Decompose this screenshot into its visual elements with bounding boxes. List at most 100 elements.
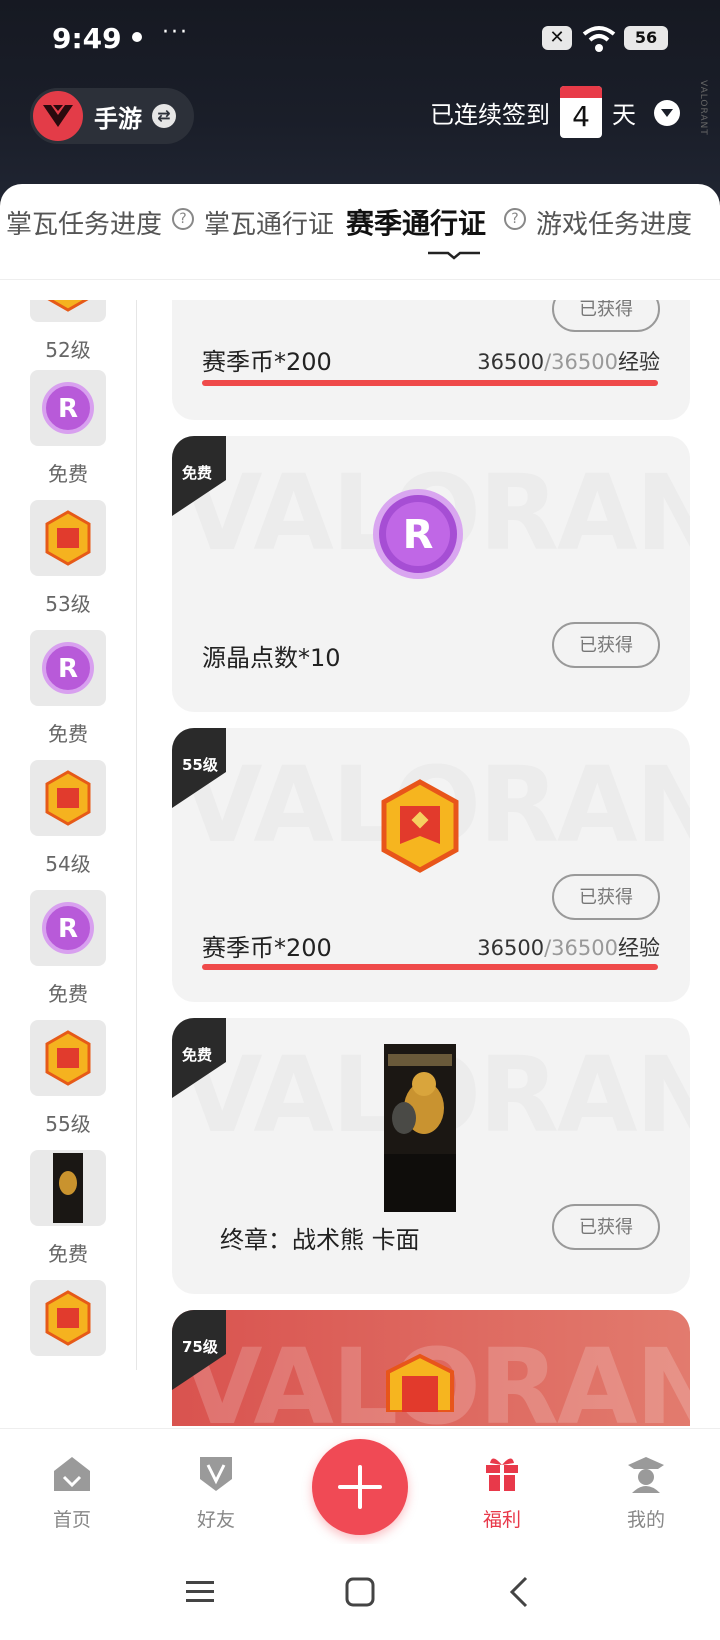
menu-icon[interactable] bbox=[180, 1572, 220, 1612]
radianite-icon: R bbox=[30, 890, 106, 966]
reward-card: VALORANT 55级 已获得 赛季币*200 36500/36500经验 bbox=[172, 728, 690, 1002]
tab-zhangwa-pass[interactable]: 掌瓦通行证 bbox=[204, 204, 334, 241]
corner-badge-label: 免费 bbox=[182, 1046, 213, 1064]
calendar-icon: 4 bbox=[560, 86, 602, 138]
season-coin-icon bbox=[30, 500, 106, 576]
corner-badge-label: 75级 bbox=[182, 1338, 218, 1356]
season-coin-icon bbox=[30, 300, 106, 322]
list-item-label: 免费 bbox=[48, 1242, 88, 1266]
status-time: 9:49 bbox=[52, 22, 122, 55]
corner-badge-label: 55级 bbox=[182, 756, 218, 774]
season-coin-icon bbox=[30, 1020, 106, 1096]
list-item-label: 免费 bbox=[48, 982, 88, 1006]
reward-name: 终章：战术熊 卡面 bbox=[220, 1226, 420, 1254]
list-divider bbox=[136, 300, 137, 1370]
wifi-icon bbox=[582, 26, 616, 52]
help-icon[interactable]: ? bbox=[504, 208, 526, 230]
battery-icon: 56 bbox=[624, 26, 668, 50]
svg-text:R: R bbox=[58, 394, 78, 424]
bottom-nav: 首页 好友 福利 我的 bbox=[0, 1428, 720, 1544]
nav-home[interactable]: 首页 bbox=[32, 1451, 112, 1532]
notification-icon bbox=[132, 32, 142, 42]
profile-icon bbox=[628, 1457, 664, 1493]
tab-season-pass[interactable]: 赛季通行证 bbox=[346, 202, 486, 242]
progress-fill bbox=[202, 964, 658, 970]
list-item[interactable]: 54级 bbox=[30, 760, 106, 877]
nav-friends[interactable]: 好友 bbox=[176, 1451, 256, 1532]
reward-card: 已获得 赛季币*200 36500/36500经验 bbox=[172, 300, 690, 420]
nav-friends-label: 好友 bbox=[196, 1509, 235, 1531]
home-icon bbox=[54, 1457, 90, 1491]
list-item-label: 52级 bbox=[45, 338, 91, 362]
checkin-prefix: 已连续签到 bbox=[430, 100, 550, 129]
season-coin-icon bbox=[386, 1353, 454, 1412]
friends-icon bbox=[200, 1457, 232, 1491]
progress-fill bbox=[202, 380, 658, 386]
status-bar: 9:49 ··· ✕ 56 bbox=[0, 20, 720, 60]
list-item[interactable]: 53级 bbox=[30, 500, 106, 617]
list-item-label: 免费 bbox=[48, 462, 88, 486]
reward-name: 赛季币*200 bbox=[202, 934, 332, 962]
exp-progress-bar bbox=[202, 380, 658, 386]
nav-benefits[interactable]: 福利 bbox=[462, 1451, 542, 1532]
svg-text:R: R bbox=[58, 654, 78, 684]
season-coin-icon bbox=[30, 1280, 106, 1356]
reward-name: 赛季币*200 bbox=[202, 348, 332, 376]
season-coin-icon bbox=[30, 760, 106, 836]
home-square-icon[interactable] bbox=[340, 1572, 380, 1612]
chevron-down-icon[interactable] bbox=[654, 100, 680, 126]
more-status-icon: ··· bbox=[162, 20, 189, 45]
game-mode-label: 手游 bbox=[94, 104, 142, 133]
list-item[interactable]: R 免费 bbox=[30, 630, 106, 747]
nav-mine-label: 我的 bbox=[626, 1509, 665, 1531]
obtained-button[interactable]: 已获得 bbox=[552, 1204, 660, 1250]
side-watermark: VALORANT bbox=[698, 80, 708, 136]
list-item[interactable]: 52级 bbox=[30, 300, 106, 363]
add-button[interactable] bbox=[312, 1439, 408, 1535]
list-item-label: 55级 bbox=[45, 1112, 91, 1136]
list-item[interactable]: R 免费 bbox=[30, 370, 106, 487]
gift-icon bbox=[486, 1458, 518, 1491]
tab-zhangwa-task[interactable]: 掌瓦任务进度 bbox=[6, 204, 162, 241]
active-tab-indicator bbox=[428, 251, 480, 260]
obtained-button[interactable]: 已获得 bbox=[552, 874, 660, 920]
list-item[interactable]: 免费 bbox=[30, 1150, 106, 1267]
main-panel: 掌瓦任务进度 ? 掌瓦通行证 赛季通行证 ? 游戏任务进度 52级 R 免费 5… bbox=[0, 184, 720, 1640]
help-icon[interactable]: ? bbox=[172, 208, 194, 230]
list-item-label: 53级 bbox=[45, 592, 91, 616]
back-icon[interactable] bbox=[500, 1572, 540, 1612]
no-sim-icon: ✕ bbox=[542, 26, 572, 50]
exp-progress-text: 36500/36500经验 bbox=[477, 350, 660, 374]
card-icon bbox=[30, 1150, 106, 1226]
obtained-button[interactable]: 已获得 bbox=[552, 622, 660, 668]
app-header: 9:49 ··· ✕ 56 手游 ⇄ 已连续签到 4 天 VALORANT bbox=[0, 0, 720, 200]
list-item-label: 54级 bbox=[45, 852, 91, 876]
checkin-status[interactable]: 已连续签到 4 天 bbox=[430, 82, 636, 142]
nav-benefits-label: 福利 bbox=[482, 1509, 521, 1531]
radianite-icon: R bbox=[30, 370, 106, 446]
corner-badge-label: 免费 bbox=[182, 464, 213, 482]
list-item[interactable]: 55级 bbox=[30, 1020, 106, 1137]
reward-card: VALORANT 免费 R 已获得 源晶点数*10 bbox=[172, 436, 690, 712]
radianite-icon: R bbox=[373, 489, 463, 579]
player-card-image bbox=[384, 1044, 456, 1212]
tab-bar: 掌瓦任务进度 ? 掌瓦通行证 赛季通行证 ? 游戏任务进度 bbox=[0, 184, 720, 280]
system-nav-bar bbox=[0, 1544, 720, 1640]
reward-name: 源晶点数*10 bbox=[202, 644, 341, 672]
svg-text:R: R bbox=[403, 512, 434, 558]
checkin-suffix: 天 bbox=[612, 100, 636, 129]
list-item-label: 免费 bbox=[48, 722, 88, 746]
svg-text:R: R bbox=[58, 914, 78, 944]
swap-icon: ⇄ bbox=[152, 104, 176, 128]
checkin-days: 4 bbox=[572, 100, 590, 133]
game-switcher[interactable]: 手游 ⇄ bbox=[30, 88, 194, 144]
obtained-button[interactable]: 已获得 bbox=[552, 300, 660, 332]
exp-progress-bar bbox=[202, 964, 658, 970]
nav-home-label: 首页 bbox=[52, 1509, 91, 1531]
exp-progress-text: 36500/36500经验 bbox=[477, 936, 660, 960]
list-item[interactable]: R 免费 bbox=[30, 890, 106, 1007]
nav-mine[interactable]: 我的 bbox=[606, 1451, 686, 1532]
tab-game-task[interactable]: 游戏任务进度 bbox=[536, 204, 692, 241]
reward-cards: 已获得 赛季币*200 36500/36500经验 VALORANT 免费 R … bbox=[172, 300, 690, 1426]
list-item[interactable] bbox=[30, 1280, 106, 1356]
